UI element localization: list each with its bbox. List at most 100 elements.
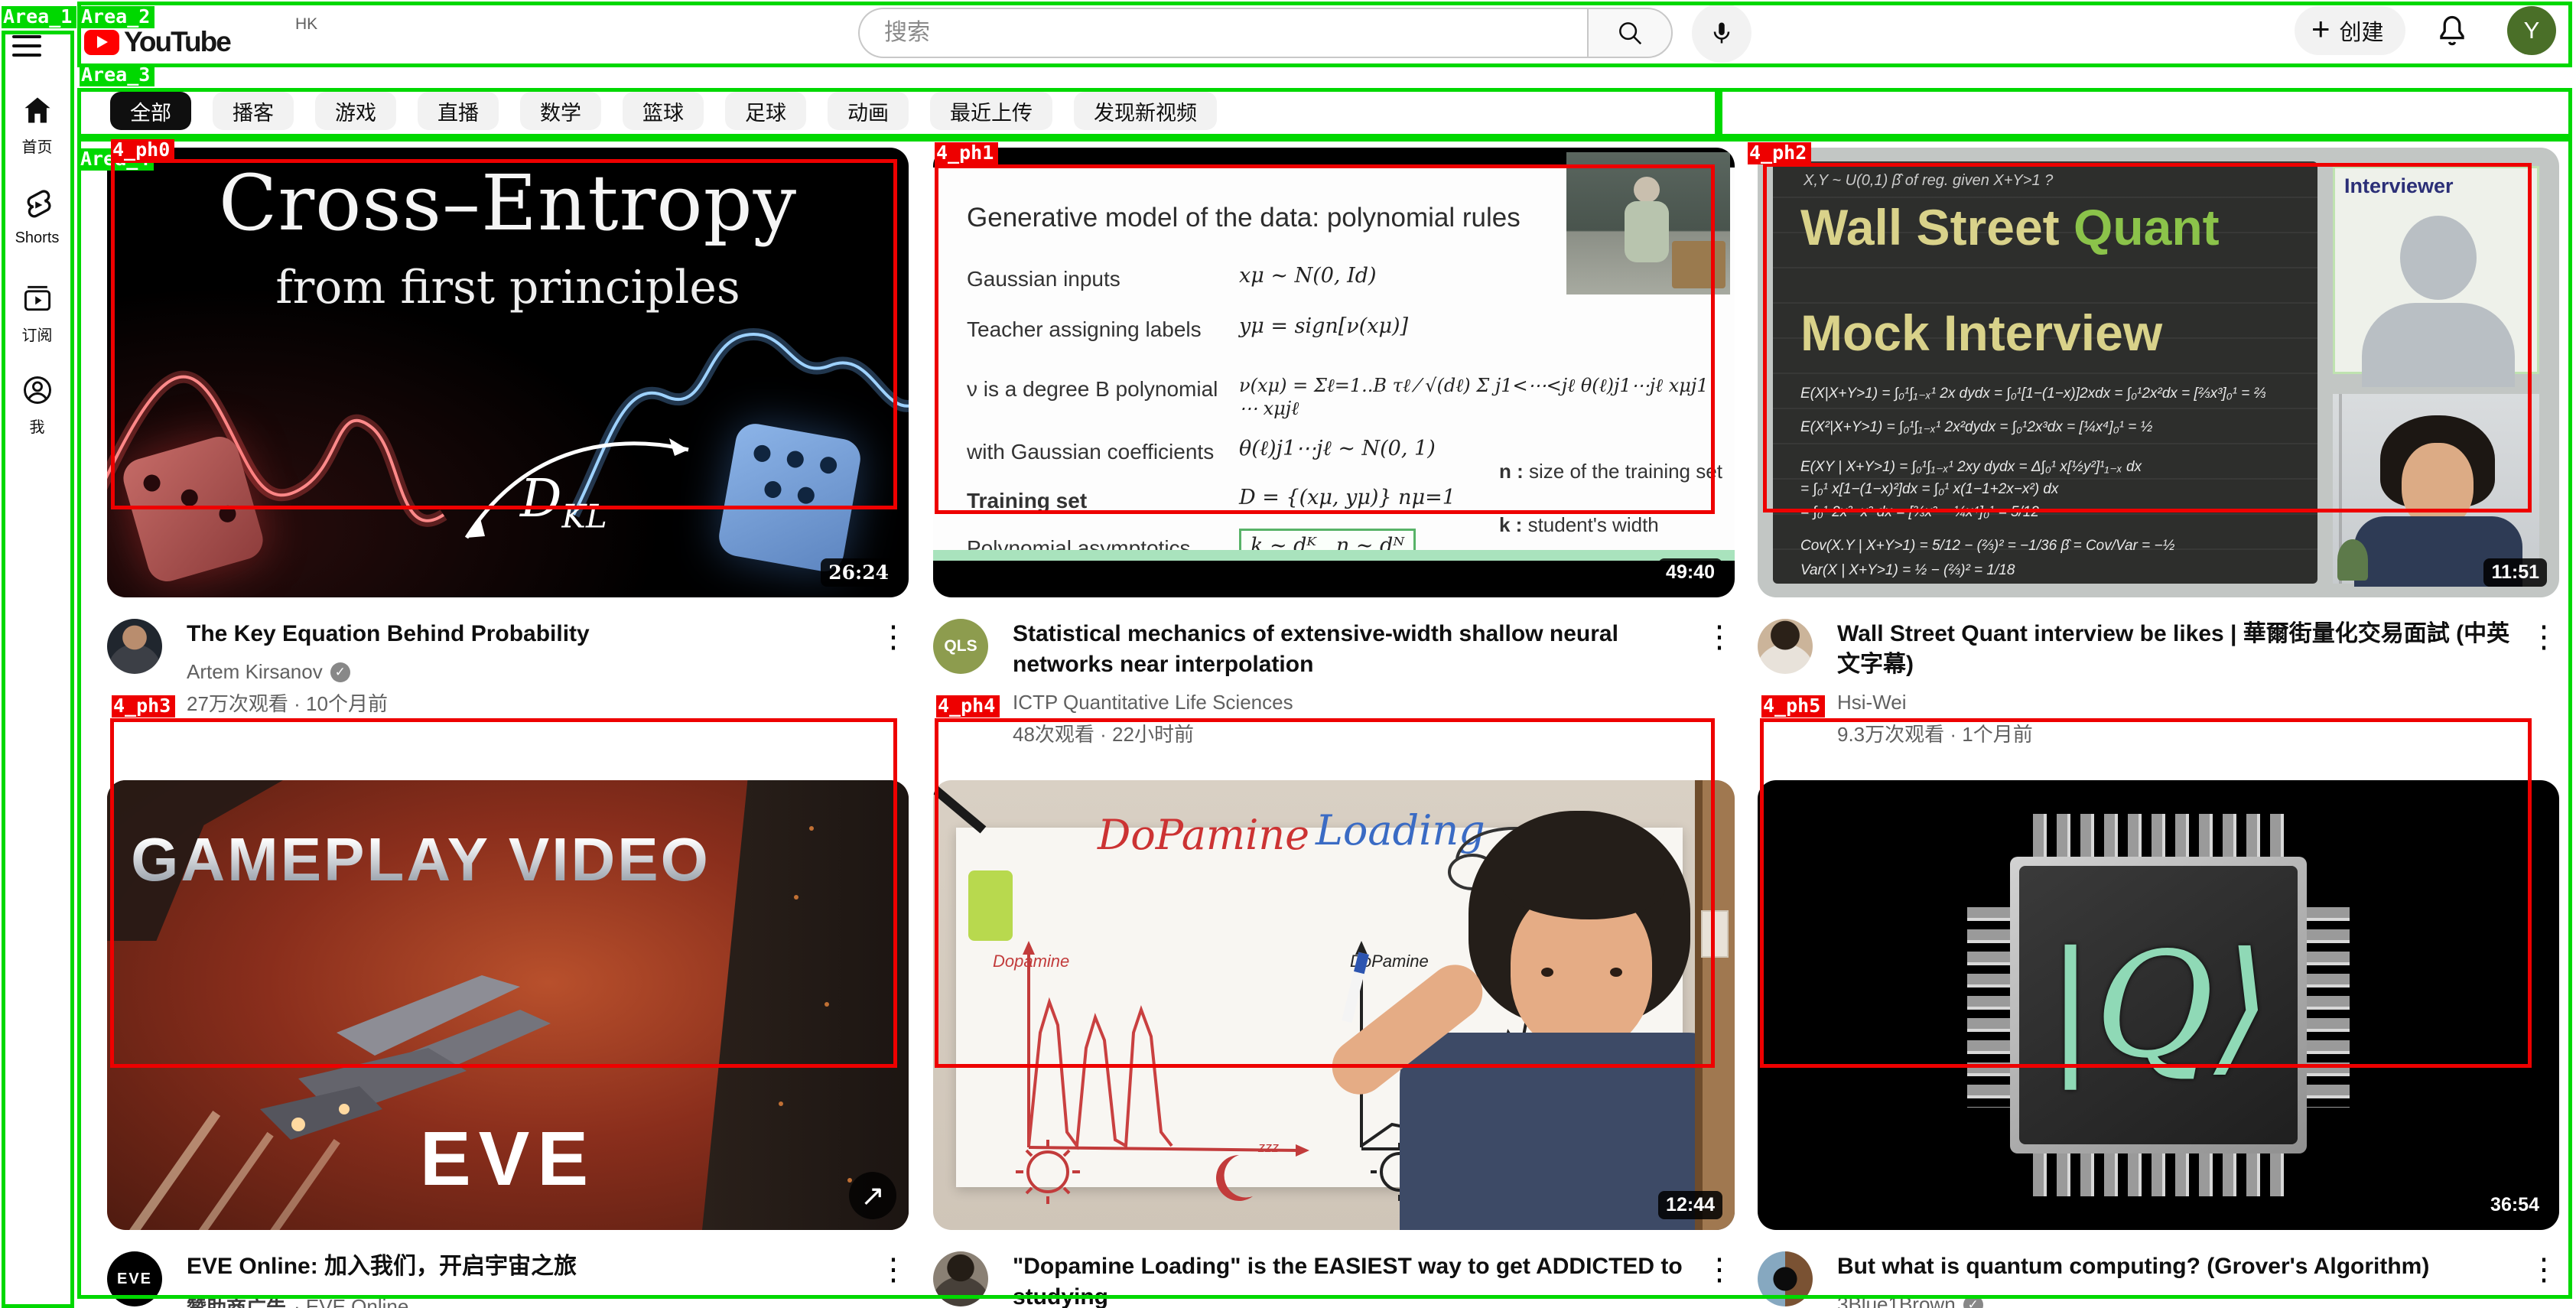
duration-badge: 12:44 [1658, 1191, 1722, 1219]
chip-soccer[interactable]: 足球 [725, 92, 806, 130]
video-thumbnail[interactable]: Generative model of the data: polynomial… [933, 148, 1735, 597]
channel-name[interactable]: Artem Kirsanov✓ [187, 660, 860, 684]
video-thumbnail[interactable]: DoPamine Loading Dopa [933, 780, 1735, 1230]
chip-animation[interactable]: 动画 [828, 92, 909, 130]
video-thumbnail[interactable]: Cross–Entropy from first principles DKL … [107, 148, 909, 597]
handwriting-line: X,Y ~ U(0,1) β̂ of reg. given X+Y>1 ? [1804, 172, 2053, 190]
channel-name[interactable]: 3Blue1Brown✓ [1837, 1293, 2510, 1308]
sidebar-item-subscriptions[interactable]: 订阅 [0, 281, 74, 345]
sidebar-label-shorts: Shorts [0, 229, 74, 247]
search-button[interactable] [1587, 8, 1673, 58]
chip-live[interactable]: 直播 [418, 92, 499, 130]
duration-badge: 36:54 [2483, 1191, 2547, 1219]
slide-row-label: Training set [967, 489, 1087, 513]
chip-math[interactable]: 数学 [520, 92, 601, 130]
chip-pins [2027, 814, 2290, 858]
duration-badge: 11:51 [2483, 558, 2547, 587]
chip-basketball[interactable]: 篮球 [623, 92, 704, 130]
slide-row-label: ν is a degree B polynomial [967, 377, 1218, 402]
video-title[interactable]: The Key Equation Behind Probability [187, 619, 860, 649]
sidebar-item-profile[interactable]: 我 [0, 373, 74, 437]
handwriting-line: = ∫₀¹ x[1−(1−x)²]dx = ∫₀¹ x(1−1+2x−x²) d… [1800, 481, 2058, 498]
youtube-wordmark: YouTube [124, 26, 230, 58]
chip-podcasts[interactable]: 播客 [213, 92, 294, 130]
channel-avatar[interactable]: QLS [933, 619, 988, 674]
sidebar-item-shorts[interactable]: Shorts [0, 188, 74, 247]
thumb-title-text: Wall Street Quant [1800, 198, 2220, 256]
video-title[interactable]: EVE Online: 加入我们，开启宇宙之旅 [187, 1251, 860, 1282]
kebab-menu-icon[interactable]: ⋮ [878, 1254, 909, 1285]
subscriptions-icon [21, 281, 54, 315]
video-card: X,Y ~ U(0,1) β̂ of reg. given X+Y>1 ? Wa… [1758, 148, 2559, 747]
plant [2337, 539, 2368, 581]
chip-new-discovery[interactable]: 发现新视频 [1074, 92, 1217, 130]
sidebar-item-home[interactable]: 首页 [0, 93, 74, 157]
video-thumbnail[interactable]: X,Y ~ U(0,1) β̂ of reg. given X+Y>1 ? Wa… [1758, 148, 2559, 597]
bell-icon [2432, 12, 2472, 52]
speaker-figure [1634, 177, 1660, 203]
thumb-subtitle-text: Mock Interview [1800, 304, 2162, 362]
sidebar-label-subscriptions: 订阅 [0, 323, 74, 345]
chip-recent-uploads[interactable]: 最近上传 [930, 92, 1052, 130]
video-thumbnail[interactable]: |Q⟩ 36:54 [1758, 780, 2559, 1230]
channel-name[interactable]: ICTP Quantitative Life Sciences [1013, 691, 1686, 714]
dkl-text: DKL [520, 469, 607, 535]
kebab-menu-icon[interactable]: ⋮ [878, 622, 909, 652]
duration-badge: 26:24 [821, 558, 896, 587]
video-title[interactable]: Wall Street Quant interview be likes | 華… [1837, 619, 2510, 680]
channel-avatar[interactable] [107, 619, 162, 674]
create-button-label: 创建 [2340, 15, 2384, 47]
chip-gaming[interactable]: 游戏 [315, 92, 396, 130]
slide-row-label: Teacher assigning labels [967, 317, 1202, 342]
video-card: DoPamine Loading Dopa [933, 780, 1735, 1308]
chip-all[interactable]: 全部 [110, 92, 191, 130]
notifications-button[interactable] [2432, 12, 2472, 52]
slide-title: Generative model of the data: polynomial… [967, 203, 1521, 233]
slide-row-label: Gaussian inputs [967, 267, 1120, 291]
youtube-logo[interactable]: YouTube HK [84, 26, 230, 58]
search-icon [1615, 18, 1644, 47]
kebab-menu-icon[interactable]: ⋮ [1704, 622, 1735, 652]
channel-avatar[interactable] [1758, 619, 1813, 674]
kebab-menu-icon[interactable]: ⋮ [1704, 1254, 1735, 1285]
handwriting-line: E(X²|X+Y>1) = ∫₀¹∫₁₋ₓ¹ 2x²dydx = ∫₀¹2x³d… [1800, 418, 2152, 436]
kebab-menu-icon[interactable]: ⋮ [2529, 1254, 2559, 1285]
video-card-ad: GAMEPLAY VIDEO EVE ↗ EVE EVE Online: 加入我… [107, 780, 909, 1308]
channel-avatar[interactable] [1758, 1251, 1813, 1306]
channel-avatar[interactable] [933, 1251, 988, 1306]
video-title[interactable]: But what is quantum computing? (Grover's… [1837, 1251, 2510, 1282]
sidebar-label-home: 首页 [0, 135, 74, 157]
interviewer-label: Interviewer [2344, 174, 2454, 198]
speaker-inset-video [1566, 152, 1730, 294]
kebab-menu-icon[interactable]: ⋮ [2529, 622, 2559, 652]
q-ket-text: |Q⟩ [2046, 921, 2271, 1090]
desk [1672, 241, 1725, 288]
chip-pins [2305, 903, 2350, 1108]
search-bar[interactable] [858, 8, 1587, 58]
search-input[interactable] [884, 20, 1542, 46]
channel-avatar[interactable]: EVE [107, 1251, 162, 1306]
menu-hamburger-icon[interactable] [12, 35, 41, 57]
duration-badge: 49:40 [1658, 558, 1722, 587]
eve-logo: EVE [107, 1115, 909, 1203]
slide-row-math: ν(xμ) = Σℓ=1..B τℓ ⁄ √(dℓ) Σ j1<⋯<jℓ θ(ℓ… [1239, 374, 1713, 420]
chip-pins [1967, 903, 2012, 1108]
voice-search-button[interactable] [1692, 3, 1751, 63]
video-meta: 27万次观看 · 10个月前 [187, 688, 860, 717]
youtube-home-page: YouTube HK + 创建 Y 全部 播客 游戏 直播 数学 篮球 足球 动… [0, 0, 2576, 1308]
handwriting-line: E(X|X+Y>1) = ∫₀¹∫₁₋ₓ¹ 2x dydx = ∫₀¹[1−(1… [1800, 385, 2266, 402]
video-thumbnail[interactable]: GAMEPLAY VIDEO EVE ↗ [107, 780, 909, 1230]
slide-row-math: D = {(xμ, yμ)} nμ=1 [1239, 486, 1456, 509]
create-button[interactable]: + 创建 [2295, 6, 2405, 55]
chip-pins [2027, 1152, 2290, 1196]
account-avatar[interactable]: Y [2507, 6, 2556, 55]
video-meta: 9.3万次观看 · 1个月前 [1837, 719, 2510, 747]
annotation-area2-label: Area_2 [80, 6, 154, 28]
video-card: Cross–Entropy from first principles DKL … [107, 148, 909, 717]
slide-progress-strip [933, 550, 1735, 561]
annotation-area3-label: Area_3 [80, 64, 154, 86]
channel-name[interactable]: Hsi-Wei [1837, 691, 2510, 714]
handwriting-line: = ∫₀¹ 2x²−x³ dx = [⅔x³ − ¼x⁴]₀¹ = 5/12 [1800, 504, 2039, 521]
video-title[interactable]: "Dopamine Loading" is the EASIEST way to… [1013, 1251, 1686, 1308]
video-title[interactable]: Statistical mechanics of extensive-width… [1013, 619, 1686, 680]
